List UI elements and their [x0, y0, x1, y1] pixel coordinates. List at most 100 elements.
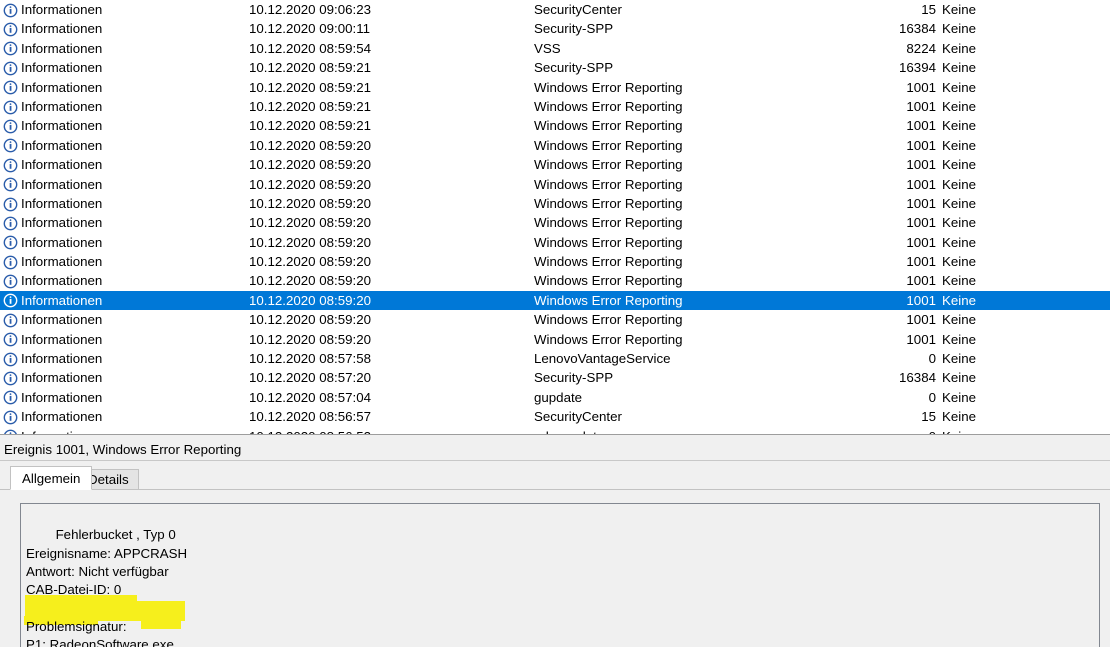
- event-id: 1001: [906, 157, 936, 173]
- event-level: Informationen: [21, 176, 103, 192]
- event-category: Keine: [942, 215, 977, 231]
- event-category: Keine: [942, 254, 977, 270]
- event-source: Windows Error Reporting: [534, 98, 683, 114]
- event-id: 1001: [906, 273, 936, 289]
- event-source: Security-SPP: [534, 370, 614, 386]
- event-category: Keine: [942, 427, 976, 434]
- event-level: Informationen: [21, 79, 103, 95]
- event-row[interactable]: Informationen 10.12.2020 08:59:20 Windows …: [0, 194, 1110, 213]
- event-row[interactable]: Informationen 10.12.2020 08:59:21 Security…: [0, 58, 1110, 77]
- event-source: Windows Error Reporting: [534, 312, 683, 328]
- event-datetime: 10.12.2020 08:59:20: [249, 137, 372, 153]
- event-row[interactable]: Informationen 10.12.2020 08:59:20 Windows …: [0, 175, 1110, 194]
- event-level: Informationen: [21, 60, 103, 76]
- event-level: Informationen: [21, 427, 102, 434]
- event-datetime: 10.12.2020 08:59:21: [249, 60, 372, 76]
- event-row[interactable]: Informationen 10.12.2020 08:57:04 gupdate 0…: [0, 388, 1110, 407]
- event-datetime: 10.12.2020 08:59:20: [249, 215, 372, 231]
- event-id: 0: [928, 351, 936, 367]
- event-row[interactable]: Informationen 10.12.2020 08:56:57 Security…: [0, 407, 1110, 426]
- event-row[interactable]: Informationen 10.12.2020 08:59:21 Windows …: [0, 116, 1110, 135]
- event-category: Keine: [942, 195, 977, 211]
- event-row[interactable]: Informationen 10.12.2020 08:59:21 Windows …: [0, 97, 1110, 116]
- event-category: Keine: [942, 98, 977, 114]
- information-icon: [3, 410, 18, 425]
- information-icon: [3, 41, 18, 56]
- event-row[interactable]: Informationen 10.12.2020 09:00:11 Security…: [0, 19, 1110, 38]
- event-datetime: 10.12.2020 08:57:58: [249, 351, 372, 367]
- event-source: LenovoVantageService: [534, 351, 671, 367]
- event-category: Keine: [942, 389, 977, 405]
- event-source: Windows Error Reporting: [534, 195, 683, 211]
- event-level: Informationen: [21, 370, 103, 386]
- event-datetime: 10.12.2020 08:59:20: [249, 273, 372, 289]
- event-category: Keine: [942, 312, 977, 328]
- information-icon: [3, 119, 18, 134]
- event-detail-pane: Ereignis 1001, Windows Error Reporting A…: [0, 439, 1110, 647]
- information-icon: [3, 352, 18, 367]
- event-level: Informationen: [21, 273, 103, 289]
- event-level: Informationen: [21, 409, 103, 425]
- information-icon: [3, 3, 18, 18]
- event-id: 0: [928, 389, 936, 405]
- event-source: Windows Error Reporting: [534, 254, 683, 270]
- event-row[interactable]: Informationen 10.12.2020 08:59:20 Windows …: [0, 252, 1110, 271]
- event-row[interactable]: Informationen 10.12.2020 08:57:20 Security…: [0, 368, 1110, 387]
- information-icon: [3, 100, 18, 115]
- event-row[interactable]: Informationen 10.12.2020 08:59:20 Windows …: [0, 330, 1110, 349]
- event-list[interactable]: Informationen 10.12.2020 09:06:23 Security…: [0, 0, 1110, 434]
- event-level: Informationen: [21, 2, 103, 17]
- detail-header-title: Ereignis 1001, Windows Error Reporting: [4, 442, 242, 457]
- event-id: 0: [840, 427, 936, 434]
- event-row[interactable]: Informationen 10.12.2020 08:59:20 Windows …: [0, 233, 1110, 252]
- event-category: Keine: [942, 292, 977, 308]
- event-id: 16384: [899, 370, 936, 386]
- tab-allgemein[interactable]: Allgemein: [10, 466, 93, 490]
- event-category: Keine: [942, 60, 977, 76]
- event-row[interactable]: Informationen 10.12.2020 09:06:23 Security…: [0, 0, 1110, 19]
- event-row[interactable]: Informationen 10.12.2020 08:59:20 Windows …: [0, 136, 1110, 155]
- event-datetime: 10.12.2020 08:57:04: [249, 389, 372, 405]
- event-level: Informationen: [21, 389, 103, 405]
- event-category: Keine: [942, 176, 977, 192]
- event-datetime: 10.12.2020 09:06:23: [249, 2, 372, 17]
- event-source: Windows Error Reporting: [534, 118, 683, 134]
- event-row[interactable]: Informationen 10.12.2020 08:59:20 Windows …: [0, 271, 1110, 290]
- event-source: SecurityCenter: [534, 2, 622, 17]
- event-category: Keine: [942, 157, 977, 173]
- event-row[interactable]: Informationen 10.12.2020 08:59:21 Windows …: [0, 78, 1110, 97]
- event-datetime: 10.12.2020 08:59:20: [249, 331, 372, 347]
- information-icon: [3, 274, 18, 289]
- information-icon: [3, 235, 18, 250]
- event-datetime: 10.12.2020 08:59:20: [249, 176, 372, 192]
- information-icon: [3, 177, 18, 192]
- event-row[interactable]: Informationen 10.12.2020 08:57:58 LenovoVa…: [0, 349, 1110, 368]
- event-category: Keine: [942, 2, 977, 17]
- information-icon: [3, 197, 18, 212]
- event-row[interactable]: Informationen 10.12.2020 08:56:52 edgeupda…: [0, 427, 1110, 434]
- event-id: 15: [921, 2, 936, 17]
- event-level: Informationen: [21, 292, 103, 308]
- event-datetime: 10.12.2020 08:59:20: [249, 195, 372, 211]
- detail-header: Ereignis 1001, Windows Error Reporting: [0, 439, 1110, 460]
- event-row[interactable]: Informationen 10.12.2020 08:59:20 Windows …: [0, 155, 1110, 174]
- event-category: Keine: [942, 409, 977, 425]
- detail-tab-strip: Allgemein Details: [0, 466, 1110, 490]
- event-datetime: 10.12.2020 08:59:21: [249, 79, 372, 95]
- event-datetime: 10.12.2020 08:59:21: [249, 98, 372, 114]
- event-message-box[interactable]: Fehlerbucket , Typ 0 Ereignisname: APPCR…: [20, 503, 1100, 647]
- event-row[interactable]: Informationen 10.12.2020 08:59:54 VSS 8224 K…: [0, 39, 1110, 58]
- event-id: 16384: [899, 21, 936, 37]
- event-level: Informationen: [21, 254, 103, 270]
- information-icon: [3, 332, 18, 347]
- event-category: Keine: [942, 331, 977, 347]
- information-icon: [3, 313, 18, 328]
- detail-header-divider: [0, 460, 1110, 461]
- event-row[interactable]: Informationen 10.12.2020 08:59:20 Windows …: [0, 213, 1110, 232]
- event-id: 1001: [906, 331, 936, 347]
- event-source: gupdate: [534, 389, 583, 405]
- event-row[interactable]: Informationen 10.12.2020 08:59:20 Windows …: [0, 290, 1110, 311]
- information-icon: [3, 22, 18, 37]
- event-datetime: 10.12.2020 08:59:54: [249, 40, 372, 56]
- event-row[interactable]: Informationen 10.12.2020 08:59:20 Windows …: [0, 310, 1110, 329]
